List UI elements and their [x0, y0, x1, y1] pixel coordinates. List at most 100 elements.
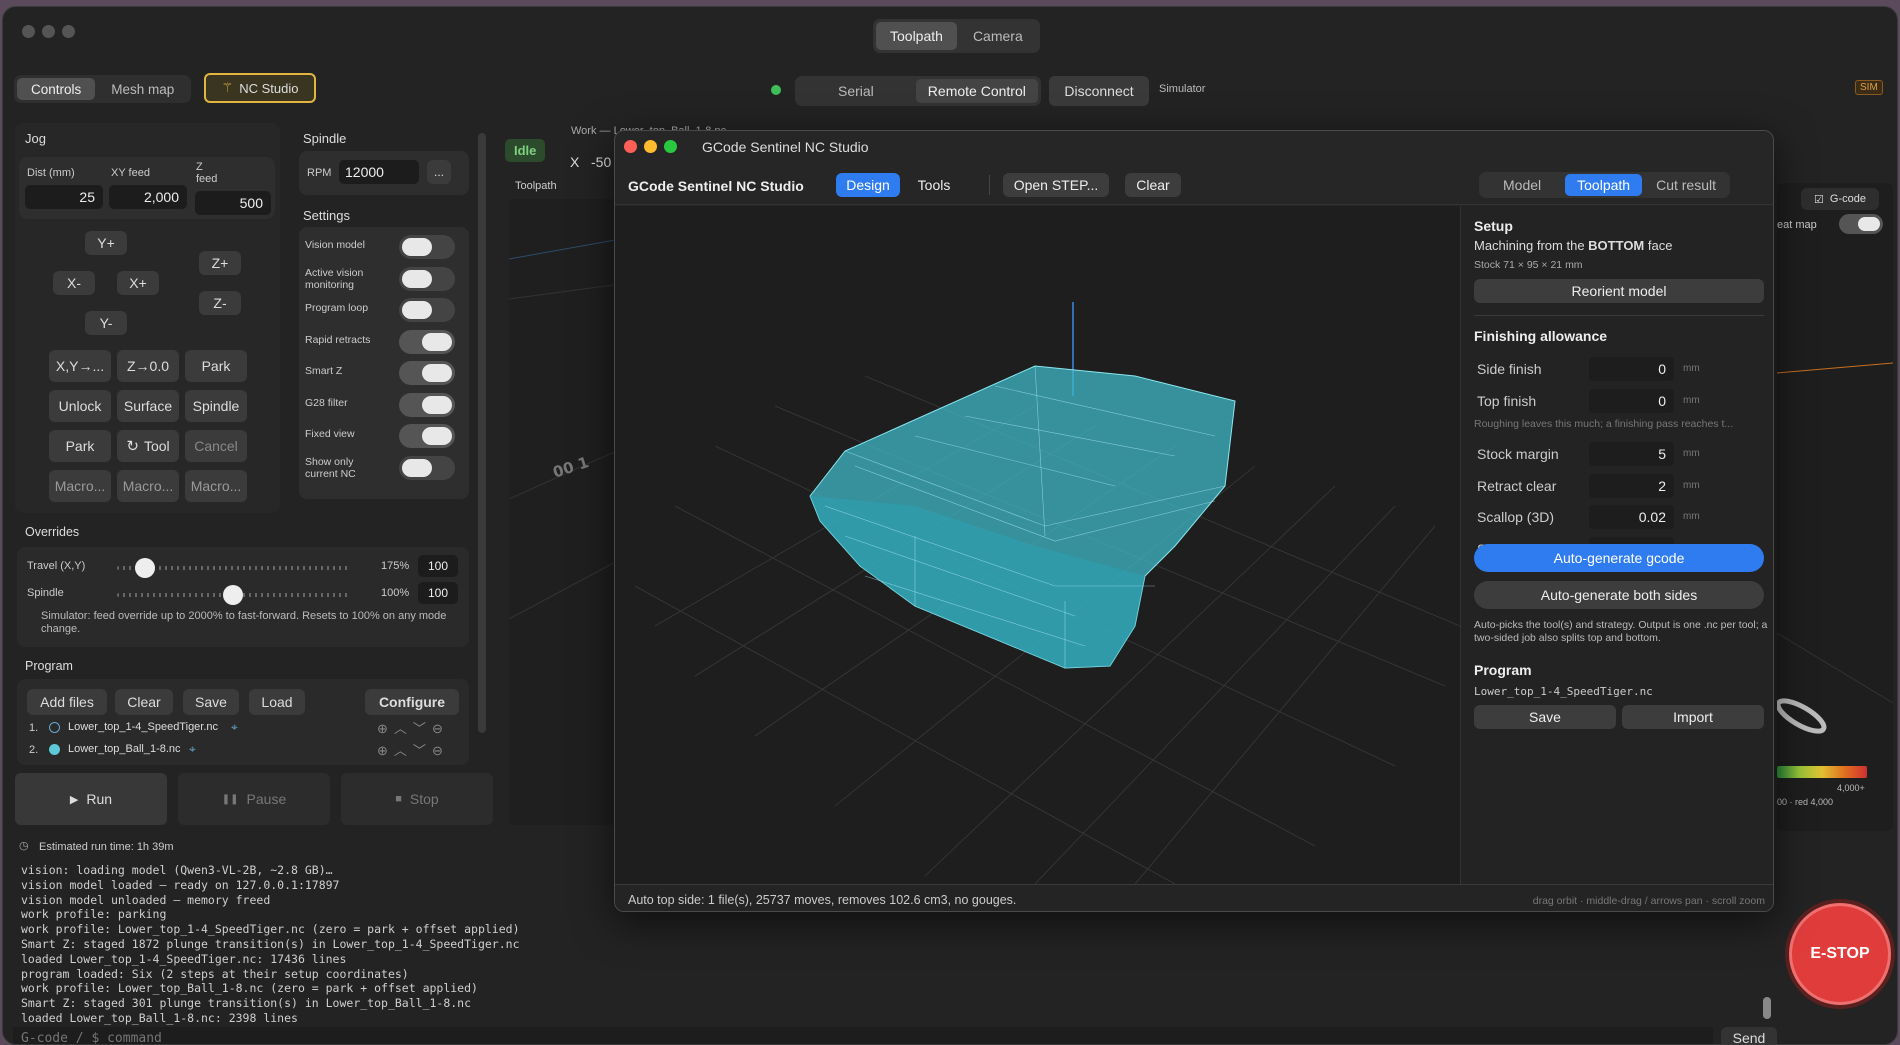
setting-toggle-2[interactable] — [399, 298, 455, 322]
surface-button[interactable]: Surface — [117, 390, 179, 422]
setting-toggle-5[interactable] — [399, 392, 455, 417]
tab-toolpath[interactable]: Toolpath — [876, 22, 957, 50]
setting-toggle-0[interactable] — [399, 235, 455, 259]
cancel-button[interactable]: Cancel — [185, 430, 247, 462]
jog-z-plus-button[interactable]: Z+ — [199, 251, 241, 275]
travel-override-input[interactable]: 100 — [418, 555, 458, 577]
add-icon[interactable]: ⊕ — [377, 743, 394, 758]
file-2-target-icon[interactable]: ⌖ — [189, 742, 196, 757]
tab-cut-result[interactable]: Cut result — [1644, 174, 1728, 196]
jog-z-minus-button[interactable]: Z- — [199, 291, 241, 315]
allowance-input[interactable]: 5 — [1589, 442, 1674, 466]
file-1-name[interactable]: Lower_top_1-4_SpeedTiger.nc — [68, 721, 218, 733]
setting-toggle-3[interactable] — [399, 329, 455, 354]
park-button-2[interactable]: Park — [49, 430, 111, 462]
run-button[interactable]: ▶ Run — [15, 773, 167, 825]
program-section-title: Program — [1474, 662, 1532, 678]
status-idle-badge: Idle — [505, 139, 546, 162]
disconnect-button[interactable]: Disconnect — [1049, 76, 1149, 106]
add-icon[interactable]: ⊕ — [377, 721, 394, 736]
jog-x-plus-button[interactable]: X+ — [117, 271, 159, 295]
3d-viewport[interactable] — [615, 206, 1460, 884]
setting-toggle-1[interactable] — [399, 266, 455, 291]
tools-tab[interactable]: Tools — [904, 173, 964, 197]
nc-studio-button[interactable]: ⚚ NC Studio — [204, 73, 316, 103]
clear-program-button[interactable]: Clear — [115, 689, 173, 715]
open-step-button[interactable]: Open STEP... — [1003, 173, 1109, 197]
unlock-button[interactable]: Unlock — [49, 390, 111, 422]
program-save-button[interactable]: Save — [1474, 705, 1616, 729]
rpm-input[interactable]: 12000 — [339, 160, 419, 184]
z-feed-input[interactable]: 500 — [195, 191, 271, 215]
xy-feed-input[interactable]: 2,000 — [109, 185, 187, 209]
allowance-input[interactable]: 0 — [1589, 357, 1674, 381]
chevron-down-icon[interactable]: ﹀ — [413, 743, 432, 758]
spindle-more-button[interactable]: ... — [427, 160, 451, 184]
remove-icon[interactable]: ⊖ — [432, 743, 449, 758]
tab-controls[interactable]: Controls — [17, 78, 96, 100]
jog-x-minus-button[interactable]: X- — [53, 271, 95, 295]
program-import-button[interactable]: Import — [1622, 705, 1764, 729]
save-program-button[interactable]: Save — [183, 689, 239, 715]
file-2-name[interactable]: Lower_top_Ball_1-8.nc — [68, 743, 181, 755]
tab-camera[interactable]: Camera — [959, 22, 1037, 50]
spindle-override-input[interactable]: 100 — [418, 582, 458, 604]
design-tab[interactable]: Design — [836, 173, 900, 197]
modal-minimize-button[interactable] — [644, 140, 657, 153]
tool-button[interactable]: ↻ Tool — [117, 430, 179, 462]
dist-input[interactable]: 25 — [25, 185, 103, 209]
tab-remote-control[interactable]: Remote Control — [915, 79, 1038, 103]
tab-mesh-map[interactable]: Mesh map — [97, 78, 188, 100]
modal-zoom-button[interactable] — [664, 140, 677, 153]
allowance-input[interactable]: 2 — [1589, 473, 1674, 498]
travel-slider[interactable] — [117, 558, 349, 578]
spindle-slider[interactable] — [117, 585, 349, 605]
file-1-target-icon[interactable]: ⌖ — [231, 720, 238, 735]
send-button[interactable]: Send — [1721, 1027, 1777, 1044]
chevron-up-icon[interactable]: ︿ — [394, 743, 413, 758]
gcode-toggle-button[interactable]: ☑ G-code — [1801, 188, 1879, 210]
auto-generate-gcode-button[interactable]: Auto-generate gcode — [1474, 544, 1764, 572]
allowance-input[interactable]: 0 — [1589, 388, 1674, 413]
park-button[interactable]: Park — [185, 350, 247, 382]
modal-clear-button[interactable]: Clear — [1125, 173, 1181, 197]
modal-close-button[interactable] — [624, 140, 637, 153]
macro-button-3[interactable]: Macro... — [185, 470, 247, 502]
stop-button[interactable]: ■ Stop — [341, 773, 493, 825]
remove-icon[interactable]: ⊖ — [432, 721, 449, 736]
command-input[interactable] — [13, 1027, 1713, 1044]
estop-button[interactable]: E-STOP — [1789, 903, 1891, 1005]
pause-button[interactable]: ❚❚ Pause — [178, 773, 330, 825]
add-files-button[interactable]: Add files — [27, 689, 107, 715]
chevron-down-icon[interactable]: ﹀ — [413, 721, 432, 736]
reorient-model-button[interactable]: Reorient model — [1474, 279, 1764, 303]
setting-toggle-6[interactable] — [399, 424, 455, 448]
z-zero-button[interactable]: Z→0.0 — [117, 350, 179, 382]
chevron-up-icon[interactable]: ︿ — [394, 721, 413, 736]
slider-thumb[interactable] — [134, 558, 155, 578]
xy-to-button[interactable]: X,Y→... — [49, 350, 111, 382]
load-program-button[interactable]: Load — [249, 689, 305, 715]
slider-thumb[interactable] — [223, 585, 243, 605]
right-viewport[interactable] — [1777, 183, 1893, 831]
jog-y-plus-button[interactable]: Y+ — [85, 231, 127, 255]
macro-button-1[interactable]: Macro... — [49, 470, 111, 502]
macro-button-2[interactable]: Macro... — [117, 470, 179, 502]
allowance-input[interactable]: 0.02 — [1589, 505, 1674, 529]
minimize-window-button[interactable] — [42, 25, 55, 38]
zoom-window-button[interactable] — [62, 25, 75, 38]
left-scrollbar[interactable] — [478, 133, 486, 733]
tab-toolpath-view[interactable]: Toolpath — [1565, 174, 1643, 196]
close-window-button[interactable] — [22, 25, 35, 38]
auto-generate-both-sides-button[interactable]: Auto-generate both sides — [1474, 581, 1764, 609]
console-scrollbar[interactable] — [1763, 997, 1771, 1019]
toolpath-viewport[interactable]: 00 1 — [509, 199, 621, 825]
setting-toggle-7[interactable] — [399, 455, 455, 480]
heat-map-toggle[interactable] — [1839, 214, 1883, 234]
jog-y-minus-button[interactable]: Y- — [85, 311, 127, 335]
tab-model[interactable]: Model — [1481, 174, 1563, 196]
configure-button[interactable]: Configure — [365, 689, 459, 715]
tab-serial[interactable]: Serial — [798, 79, 914, 103]
setting-toggle-4[interactable] — [399, 361, 455, 385]
spindle-button[interactable]: Spindle — [185, 390, 247, 422]
